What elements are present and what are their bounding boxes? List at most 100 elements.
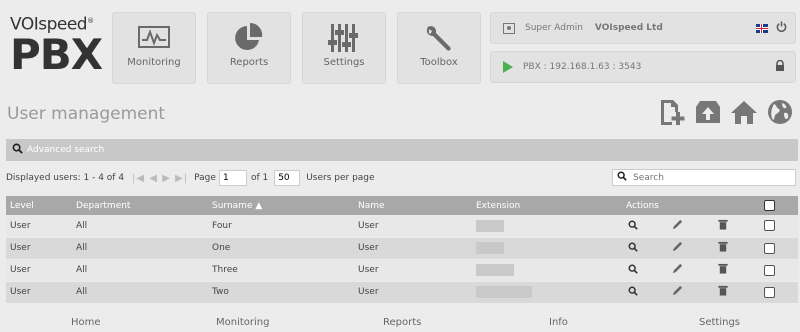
uk-flag-icon[interactable] [756,23,768,33]
tile-monitoring[interactable]: Monitoring [112,12,196,84]
cell-select[interactable] [750,237,798,260]
last-page-icon[interactable]: ▶| [175,173,188,184]
page-of-label: of 1 [250,173,269,183]
cell-select[interactable] [750,281,798,304]
tile-reports[interactable]: Reports [207,12,291,84]
sort-asc-icon: ▲ [255,200,263,211]
voispeed-logo: VOIspeed® PBX [10,12,103,76]
row-checkbox[interactable] [764,242,775,254]
globe-icon[interactable] [766,98,794,126]
row-checkbox[interactable] [764,286,775,298]
wrench-icon [398,13,480,57]
user-info-bar: Super Admin VOIspeed Ltd [490,12,796,44]
cell-level: User [6,281,72,304]
table-row[interactable]: User All Two User [6,281,798,304]
sliders-icon [303,13,385,57]
footer-link-info[interactable]: Info [549,317,568,328]
displayed-users-text: Displayed users: 1 - 4 of 4 [6,173,125,183]
cell-extension [472,215,622,238]
col-surname[interactable]: Surname ▲ [208,196,354,215]
row-checkbox[interactable] [764,264,775,276]
edit-pencil-icon[interactable] [671,263,685,277]
cell-actions [622,237,750,260]
tile-label: Reports [229,57,269,68]
trash-icon[interactable] [716,263,730,277]
footer-link-home[interactable]: Home [71,317,101,328]
cell-surname: Four [208,215,354,238]
table-row[interactable]: User All One User [6,237,798,260]
user-card-icon [503,22,515,34]
cell-name: User [354,281,472,304]
home-icon[interactable] [730,98,758,126]
pager-arrows: |◀ ◀ ▶ ▶| [132,173,188,184]
users-per-page-label: Users per page [306,173,375,183]
trash-icon[interactable] [716,219,730,233]
cell-surname: Two [208,281,354,304]
upload-box-icon[interactable] [694,98,722,126]
cell-select[interactable] [750,215,798,238]
search-icon[interactable] [626,264,640,277]
prev-page-icon[interactable]: ◀ [149,173,158,184]
play-icon[interactable] [503,61,513,73]
col-level[interactable]: Level [6,196,72,215]
cell-extension [472,281,622,304]
cell-name: User [354,215,472,238]
footer-link-reports[interactable]: Reports [383,317,421,328]
next-page-icon[interactable]: ▶ [162,173,171,184]
footer-link-monitoring[interactable]: Monitoring [216,317,269,328]
search-icon [12,143,23,157]
tile-label: Monitoring [127,57,181,68]
select-all-checkbox[interactable] [764,200,775,211]
tile-label: Settings [323,57,365,68]
trash-icon[interactable] [716,241,730,255]
logo-registered-mark: ® [87,17,94,25]
page-number-input[interactable] [218,170,247,186]
cell-actions [622,281,750,304]
first-page-icon[interactable]: |◀ [132,173,145,184]
row-checkbox[interactable] [764,220,775,232]
redacted-extension [476,286,532,298]
search-icon[interactable] [626,220,640,233]
cell-level: User [6,259,72,282]
table-header-row: Level Department Surname ▲ Name Extensio… [6,196,798,215]
search-input[interactable] [630,170,790,185]
col-department[interactable]: Department [72,196,208,215]
redacted-extension [476,219,504,232]
col-select-all[interactable] [750,196,798,215]
search-box[interactable] [612,169,796,186]
cell-department: All [72,281,208,304]
tile-toolbox[interactable]: Toolbox [397,12,481,84]
cell-name: User [354,259,472,282]
tile-settings[interactable]: Settings [302,12,386,84]
col-name[interactable]: Name [354,196,472,215]
trash-icon[interactable] [716,285,730,299]
page-title: User management [7,104,166,124]
cell-level: User [6,237,72,260]
pbx-info-bar: PBX : 192.168.1.63 : 3543 [490,51,796,83]
pagination-row: Displayed users: 1 - 4 of 4 |◀ ◀ ▶ ▶| Pa… [6,169,798,187]
add-file-icon[interactable] [658,98,686,126]
edit-pencil-icon[interactable] [671,285,685,299]
cell-actions [622,215,750,238]
edit-pencil-icon[interactable] [671,219,685,233]
power-icon[interactable] [776,21,787,35]
pbx-address: PBX : 192.168.1.63 : 3543 [523,62,642,72]
col-actions: Actions [622,196,750,215]
col-surname-label: Surname [212,200,253,211]
footer-link-settings[interactable]: Settings [699,317,740,328]
col-extension[interactable]: Extension [472,196,622,215]
title-toolbar [658,98,794,126]
footer-nav: Home Monitoring Reports Info Settings [0,317,800,332]
page-label: Page [194,173,216,183]
advanced-search-bar[interactable]: Advanced search [6,139,798,161]
cell-extension [472,259,622,282]
users-per-page-input[interactable] [274,170,301,186]
cell-select[interactable] [750,259,798,282]
tile-label: Toolbox [420,57,458,68]
search-icon[interactable] [626,286,640,299]
search-icon[interactable] [626,242,640,255]
lock-icon[interactable] [775,59,785,75]
edit-pencil-icon[interactable] [671,241,685,255]
table-row[interactable]: User All Three User [6,259,798,282]
table-row[interactable]: User All Four User [6,215,798,238]
